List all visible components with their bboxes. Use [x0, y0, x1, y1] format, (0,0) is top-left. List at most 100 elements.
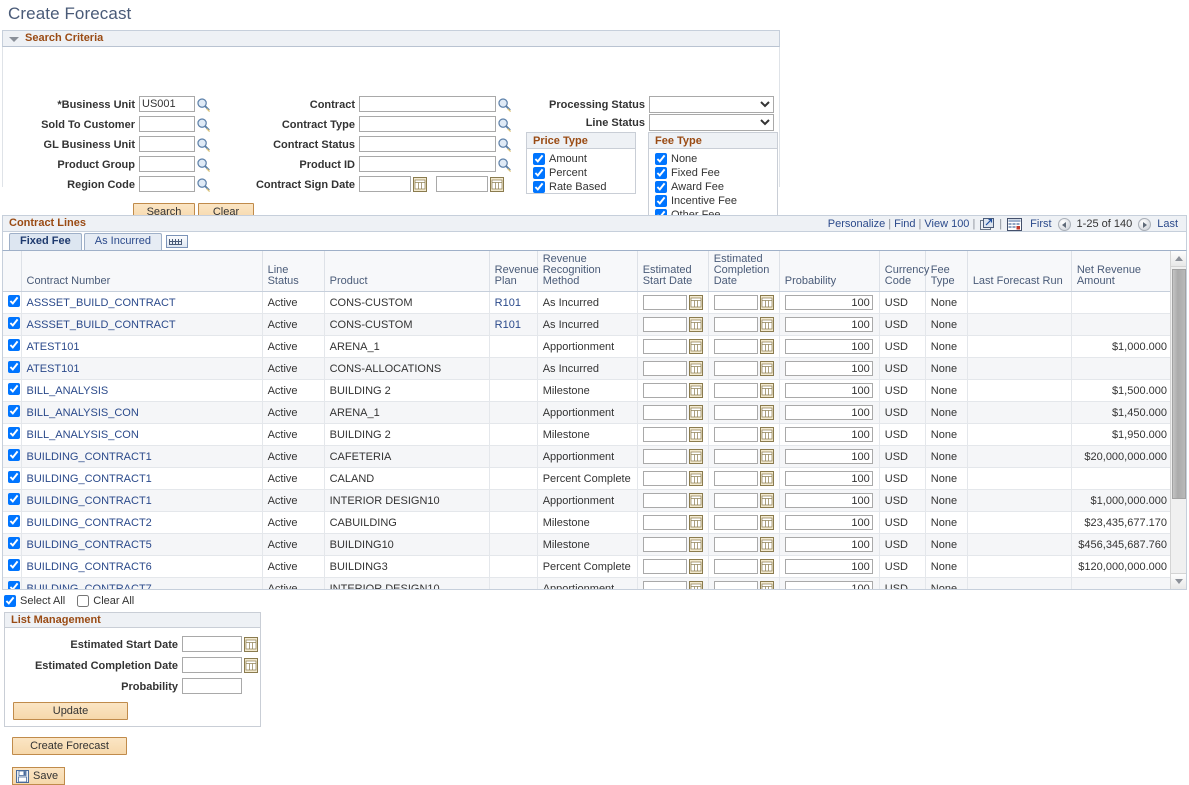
estimated-start-date-input[interactable]: [643, 515, 687, 530]
contract-input[interactable]: [359, 96, 496, 112]
clear-all-checkbox[interactable]: [77, 595, 89, 607]
gl-business-unit-input[interactable]: [139, 136, 195, 152]
contract-status-input[interactable]: [359, 136, 496, 152]
estimated-start-date-input[interactable]: [643, 405, 687, 420]
estimated-completion-date-input[interactable]: [714, 317, 758, 332]
row-select-cell[interactable]: [3, 446, 21, 468]
row-select-checkbox[interactable]: [8, 537, 20, 549]
row-select-cell[interactable]: [3, 380, 21, 402]
probability-input[interactable]: [785, 317, 873, 332]
price-type-percent[interactable]: Percent: [533, 166, 635, 179]
estimated-completion-date-input[interactable]: [714, 559, 758, 574]
estimated-start-date-input[interactable]: [643, 361, 687, 376]
contract-number-link[interactable]: BUILDING_CONTRACT1: [27, 473, 152, 485]
row-calendar-icon[interactable]: [689, 493, 703, 508]
tab-fixed-fee[interactable]: Fixed Fee: [9, 233, 82, 250]
probability-input[interactable]: [785, 493, 873, 508]
estimated-start-date-input[interactable]: [643, 427, 687, 442]
col-fee-type[interactable]: Fee Type: [925, 251, 967, 292]
estimated-start-date-input[interactable]: [643, 295, 687, 310]
col-estimated-start-date[interactable]: Estimated Start Date: [637, 251, 708, 292]
grid-vertical-scrollbar[interactable]: [1170, 251, 1186, 589]
probability-input[interactable]: [785, 383, 873, 398]
row-calendar-icon[interactable]: [689, 405, 703, 420]
contract-number-link[interactable]: BUILDING_CONTRACT6: [27, 561, 152, 573]
row-select-checkbox[interactable]: [8, 559, 20, 571]
last-link[interactable]: Last: [1157, 217, 1178, 232]
row-select-checkbox[interactable]: [8, 317, 20, 329]
fee-type-incentive-fee-checkbox[interactable]: [655, 195, 667, 207]
product-group-lookup-icon[interactable]: [196, 157, 211, 172]
contract-number-link[interactable]: ATEST101: [27, 341, 80, 353]
row-select-checkbox[interactable]: [8, 449, 20, 461]
estimated-start-date-input[interactable]: [643, 559, 687, 574]
price-type-rate-based-checkbox[interactable]: [533, 181, 545, 193]
row-calendar-icon[interactable]: [760, 427, 774, 442]
first-link[interactable]: First: [1030, 217, 1051, 232]
row-select-checkbox[interactable]: [8, 295, 20, 307]
row-select-cell[interactable]: [3, 358, 21, 380]
estimated-completion-date-input[interactable]: [714, 427, 758, 442]
sold-to-customer-input[interactable]: [139, 116, 195, 132]
contract-number-link[interactable]: BILL_ANALYSIS_CON: [27, 429, 139, 441]
revenue-plan-link[interactable]: R101: [495, 319, 521, 331]
row-select-checkbox[interactable]: [8, 581, 20, 589]
row-select-cell[interactable]: [3, 578, 21, 590]
row-select-cell[interactable]: [3, 314, 21, 336]
scroll-thumb[interactable]: [1172, 269, 1186, 499]
product-group-input[interactable]: [139, 156, 195, 172]
col-net-revenue-amount[interactable]: Net Revenue Amount: [1071, 251, 1171, 292]
fee-type-incentive-fee[interactable]: Incentive Fee: [655, 194, 777, 207]
fee-type-fixed-fee[interactable]: Fixed Fee: [655, 166, 777, 179]
row-calendar-icon[interactable]: [689, 427, 703, 442]
row-select-checkbox[interactable]: [8, 361, 20, 373]
open-in-new-window-icon[interactable]: [980, 218, 994, 231]
lm-estimated-completion-date-calendar-icon[interactable]: [244, 658, 258, 673]
row-calendar-icon[interactable]: [689, 537, 703, 552]
col-currency-code[interactable]: Currency Code: [879, 251, 925, 292]
row-calendar-icon[interactable]: [760, 295, 774, 310]
region-code-input[interactable]: [139, 176, 195, 192]
fee-type-award-fee-checkbox[interactable]: [655, 181, 667, 193]
fee-type-award-fee[interactable]: Award Fee: [655, 180, 777, 193]
estimated-start-date-input[interactable]: [643, 383, 687, 398]
collapse-triangle-icon[interactable]: [9, 37, 19, 42]
row-calendar-icon[interactable]: [760, 471, 774, 486]
estimated-start-date-input[interactable]: [643, 471, 687, 486]
probability-input[interactable]: [785, 295, 873, 310]
row-select-cell[interactable]: [3, 292, 21, 314]
estimated-completion-date-input[interactable]: [714, 383, 758, 398]
lm-estimated-completion-date-input[interactable]: [182, 657, 242, 673]
business-unit-input[interactable]: [139, 96, 195, 112]
probability-input[interactable]: [785, 427, 873, 442]
scroll-up-button[interactable]: [1171, 251, 1187, 267]
row-select-cell[interactable]: [3, 490, 21, 512]
row-calendar-icon[interactable]: [689, 449, 703, 464]
estimated-start-date-input[interactable]: [643, 537, 687, 552]
row-select-checkbox[interactable]: [8, 515, 20, 527]
row-calendar-icon[interactable]: [689, 361, 703, 376]
col-contract-number[interactable]: Contract Number: [21, 251, 262, 292]
previous-page-button[interactable]: [1058, 218, 1071, 231]
estimated-completion-date-input[interactable]: [714, 449, 758, 464]
row-calendar-icon[interactable]: [760, 339, 774, 354]
sold-to-customer-lookup-icon[interactable]: [196, 117, 211, 132]
row-calendar-icon[interactable]: [689, 471, 703, 486]
row-select-checkbox[interactable]: [8, 427, 20, 439]
clear-all-control[interactable]: Clear All: [77, 595, 134, 607]
probability-input[interactable]: [785, 471, 873, 486]
tab-as-incurred[interactable]: As Incurred: [84, 233, 162, 250]
probability-input[interactable]: [785, 581, 873, 589]
contract-number-link[interactable]: ASSSET_BUILD_CONTRACT: [27, 297, 176, 309]
col-revenue-plan[interactable]: Revenue Plan: [489, 251, 537, 292]
price-type-rate-based[interactable]: Rate Based: [533, 180, 635, 193]
row-select-cell[interactable]: [3, 424, 21, 446]
download-to-excel-icon[interactable]: [1007, 218, 1022, 231]
lm-probability-input[interactable]: [182, 678, 242, 694]
select-all-checkbox[interactable]: [4, 595, 16, 607]
estimated-start-date-input[interactable]: [643, 581, 687, 589]
estimated-completion-date-input[interactable]: [714, 493, 758, 508]
estimated-start-date-input[interactable]: [643, 449, 687, 464]
row-select-checkbox[interactable]: [8, 471, 20, 483]
col-line-status[interactable]: Line Status: [262, 251, 324, 292]
